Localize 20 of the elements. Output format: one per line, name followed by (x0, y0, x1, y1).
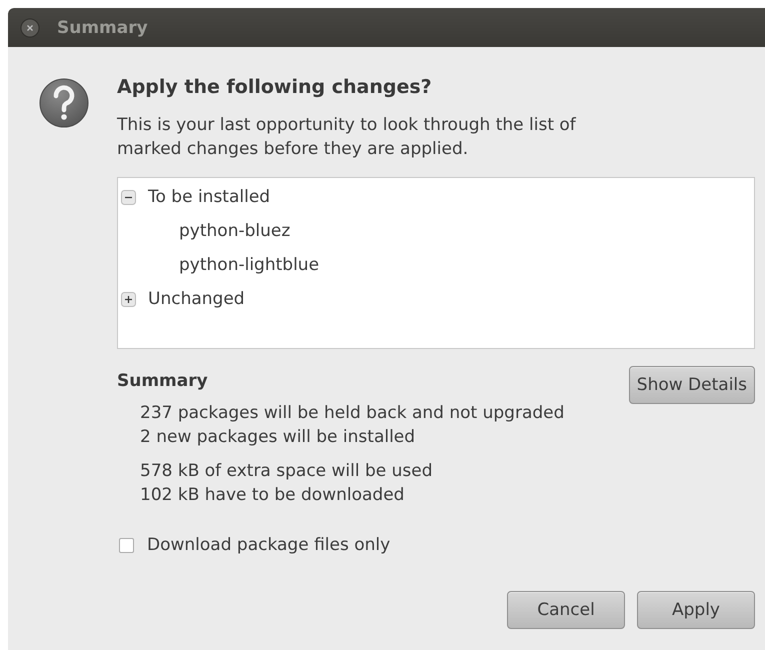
dialog-heading: Apply the following changes? (117, 75, 433, 100)
summary-heading: Summary (117, 370, 209, 393)
dialog-button[interactable]: Cancel (507, 591, 625, 629)
tree-item[interactable]: To be installed (148, 187, 270, 207)
tree-item[interactable]: python-bluez (179, 221, 290, 241)
tree-item[interactable]: Unchanged (148, 289, 245, 309)
checkbox-label[interactable]: Download package files only (147, 535, 390, 555)
collapse-icon[interactable] (121, 190, 136, 204)
summary-line: 578 kB of extra space will be used (140, 460, 434, 483)
show-details-button[interactable]: Show Details (628, 366, 755, 404)
dialog-button[interactable]: Apply (637, 591, 755, 629)
close-icon[interactable] (20, 18, 40, 38)
summary-line: 102 kB have to be downloaded (140, 484, 406, 507)
checkbox[interactable] (119, 538, 134, 552)
window-title: Summary (57, 18, 148, 38)
dialog-message: This is your last opportunity to look through the list of marked changes before they are applied. (117, 114, 577, 161)
tree-item[interactable]: python-lightblue (179, 255, 320, 275)
summary-line: 237 packages will be held back and not upgraded (140, 402, 564, 425)
expand-icon[interactable] (121, 292, 136, 306)
summary-line: 2 new packages will be installed (140, 426, 416, 449)
